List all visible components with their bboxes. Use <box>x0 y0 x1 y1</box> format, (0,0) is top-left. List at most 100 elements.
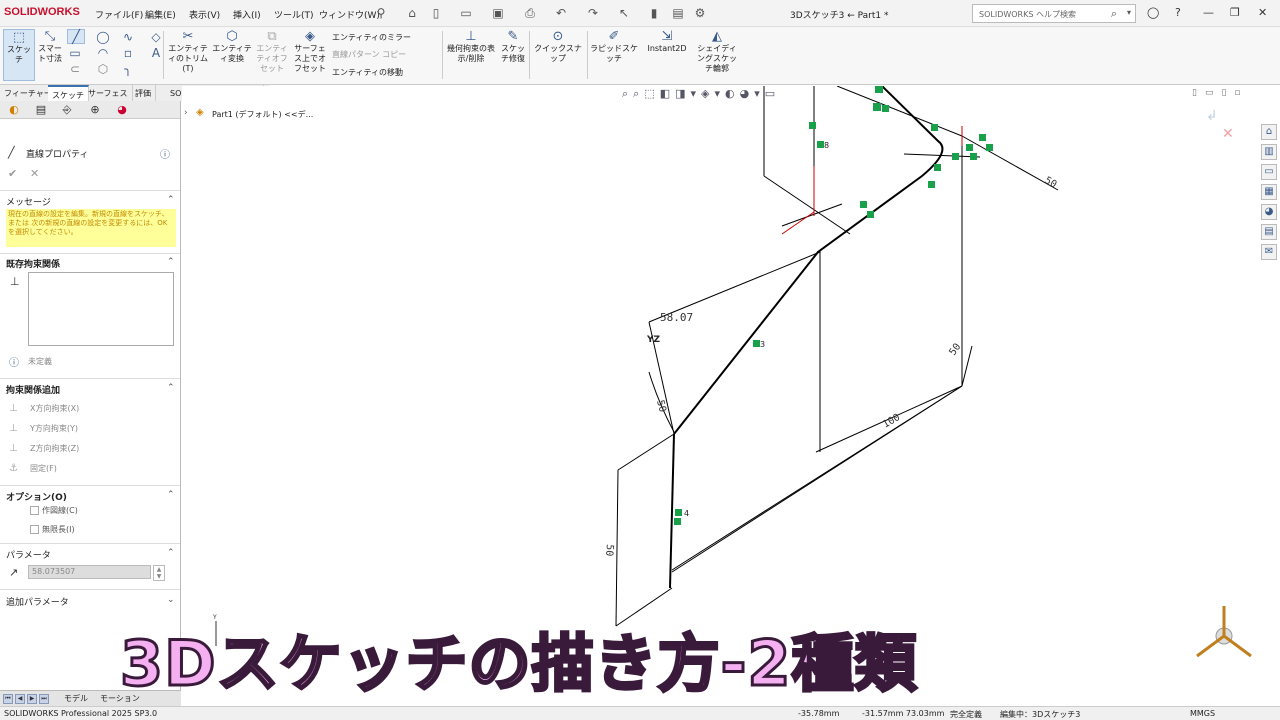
dimension-text[interactable]: 50 <box>654 399 668 413</box>
surface-offset-button[interactable]: ◈ サーフェス上でオフセット <box>293 29 327 74</box>
tab-sketch[interactable]: スケッチ <box>48 85 89 101</box>
ok-checkmark-icon[interactable]: ✔ <box>8 167 17 180</box>
shaded-sketch-button[interactable]: ◭ シェイディングスケッチ輪郭 <box>694 29 740 74</box>
home-icon[interactable]: ⌂ <box>404 5 420 21</box>
message-header[interactable]: メッセージ <box>6 195 51 208</box>
menu-tools[interactable]: ツール(T) <box>274 8 314 21</box>
sketch-plane-icon[interactable]: ◇ <box>148 29 164 45</box>
sketch-line[interactable] <box>763 175 851 235</box>
dimension-text[interactable]: 50 <box>1043 175 1059 191</box>
spinner-icon[interactable]: ▲ ▼ <box>153 565 165 581</box>
user-icon[interactable]: ◯ <box>1147 6 1159 19</box>
existing-relations-header[interactable]: 既存拘束関係 <box>6 257 60 270</box>
tab-evaluate[interactable]: 評価 <box>131 85 156 101</box>
tab-surfaces[interactable]: サーフェス <box>84 85 133 101</box>
sketch-line[interactable] <box>615 469 619 627</box>
sketch-path[interactable] <box>673 86 944 435</box>
chevron-up-icon[interactable]: ⌃ <box>167 195 175 205</box>
mirror-entities-button[interactable]: エンティティのミラー <box>332 32 411 43</box>
help-icon[interactable]: ⓘ <box>160 146 170 161</box>
parameters-header[interactable]: パラメータ <box>6 548 51 561</box>
property-manager-icon[interactable]: ▤ <box>33 103 49 117</box>
sketch-line[interactable] <box>615 587 673 627</box>
z-relation-button[interactable]: ⊥ Z方向拘束(Z) <box>9 443 79 454</box>
chevron-up-icon[interactable]: ⌃ <box>167 548 175 558</box>
resources-icon[interactable]: ▥ <box>1261 144 1277 160</box>
display-relations-button[interactable]: ⊥ 幾何拘束の表示/削除 <box>446 29 496 64</box>
fix-relation-button[interactable]: ⚓ 固定(F) <box>9 463 57 474</box>
dimxpert-icon[interactable]: ⊕ <box>87 103 103 117</box>
circle-tool-icon[interactable]: ◯ <box>95 29 111 45</box>
sketch-button[interactable]: ⬚ スケッチ <box>3 29 35 81</box>
horizontal-relation-button[interactable]: ⊥ X方向拘束(X) <box>9 403 79 414</box>
close-icon[interactable]: ✕ <box>1258 6 1267 19</box>
select-icon[interactable]: ↖ <box>616 5 632 21</box>
appearances-icon[interactable]: ◕ <box>1261 204 1277 220</box>
view-triad[interactable] <box>1196 606 1252 658</box>
unit-system[interactable]: MMGS <box>1190 709 1215 718</box>
menu-file[interactable]: ファイル(F) <box>95 8 143 21</box>
sketch-line[interactable] <box>617 433 675 471</box>
menu-edit[interactable]: 編集(E) <box>145 8 176 21</box>
chevron-up-icon[interactable]: ⌃ <box>167 257 175 267</box>
line-tool-button[interactable]: ╱ <box>67 29 85 45</box>
pin-icon[interactable]: ⚲ <box>373 5 389 21</box>
smart-dimension-button[interactable]: ⤡ スマート寸法 <box>36 29 64 81</box>
search-icon[interactable]: ⌕ <box>1111 7 1117 21</box>
chevron-up-icon[interactable]: ⌃ <box>167 383 175 393</box>
sketch-svg[interactable]: 58.07 50 100 50 50 50 YZ 3 4 8 Y <box>182 86 1258 690</box>
save-icon[interactable]: ▣ <box>490 5 506 21</box>
menu-insert[interactable]: 挿入(I) <box>233 8 261 21</box>
fillet-tool-icon[interactable]: ╮ <box>120 61 136 77</box>
file-explorer-icon[interactable]: ▭ <box>1261 164 1277 180</box>
sketch-line[interactable] <box>671 385 963 571</box>
dimension-text[interactable]: 58.07 <box>660 311 693 324</box>
quick-snap-button[interactable]: ⊙ クイックスナップ <box>532 29 584 64</box>
vertical-relation-button[interactable]: ⊥ Y方向拘束(Y) <box>9 423 78 434</box>
menu-window[interactable]: ウィンドウ(W) <box>319 8 380 21</box>
configuration-manager-icon[interactable]: ⎆ <box>59 103 75 117</box>
move-entities-button[interactable]: エンティティの移動 <box>332 67 403 78</box>
polygon-tool-icon[interactable]: ⬡ <box>95 61 111 77</box>
point-tool-icon[interactable]: ▫ <box>120 45 136 61</box>
rectangle-tool-icon[interactable]: ▭ <box>67 45 83 61</box>
options-gear-icon[interactable]: ⚙ <box>692 5 708 21</box>
rapid-sketch-button[interactable]: ✐ ラピッドスケッチ <box>588 29 640 64</box>
chevron-down-icon[interactable]: ⌄ <box>167 595 175 605</box>
options-header[interactable]: オプション(O) <box>6 490 67 503</box>
print-icon[interactable]: ⎙ <box>522 5 538 21</box>
forum-icon[interactable]: ✉ <box>1261 244 1277 260</box>
sketch-line[interactable] <box>961 345 973 387</box>
view-palette-icon[interactable]: ▦ <box>1261 184 1277 200</box>
chevron-down-icon[interactable]: ▾ <box>1127 8 1131 17</box>
convert-entities-button[interactable]: ⬡ エンティティ変換 <box>212 29 252 64</box>
graphics-area[interactable]: › ◈ Part1 (デフォルト) <<デ... ⌕⌕⬚◧◨▾◈▾◐◕▾▭ ▯▭… <box>182 86 1258 690</box>
spline-tool-icon[interactable]: ∿ <box>120 29 136 45</box>
additional-parameters-header[interactable]: 追加パラメータ <box>6 595 69 608</box>
next-tab-arrow-icon[interactable]: ▶ <box>27 694 37 704</box>
dimension-text[interactable]: 50 <box>603 544 615 557</box>
infinite-length-checkbox[interactable] <box>30 525 39 534</box>
feature-manager-icon[interactable]: ◐ <box>6 103 22 117</box>
prev-tab-arrow-icon[interactable]: ◀ <box>15 694 25 704</box>
arc-tool-icon[interactable]: ◠ <box>95 45 111 61</box>
dimension-text[interactable]: 50 <box>947 342 963 358</box>
help-search-input[interactable]: SOLIDWORKS ヘルプ検索 ⌕ ▾ <box>972 4 1136 23</box>
home-icon[interactable]: ⌂ <box>1261 124 1277 140</box>
display-manager-icon[interactable]: ◕ <box>114 103 130 117</box>
add-relations-header[interactable]: 拘束関係追加 <box>6 383 60 396</box>
undo-icon[interactable]: ↶ <box>553 5 569 21</box>
open-file-icon[interactable]: ▭ <box>458 5 474 21</box>
sketch-line[interactable] <box>836 86 963 137</box>
last-tab-arrow-icon[interactable]: ⏭ <box>39 694 49 704</box>
linear-pattern-button[interactable]: 直線パターン コピー <box>332 49 406 60</box>
instant2d-button[interactable]: ⇲ Instant2D <box>643 29 691 54</box>
traffic-light-icon[interactable]: ▮ <box>646 5 662 21</box>
construction-checkbox[interactable] <box>30 506 39 515</box>
length-input[interactable]: 58.073507 <box>28 565 151 579</box>
custom-properties-icon[interactable]: ▤ <box>1261 224 1277 240</box>
slot-tool-icon[interactable]: ⊂ <box>67 61 83 77</box>
menu-view[interactable]: 表示(V) <box>189 8 220 21</box>
trim-entities-button[interactable]: ✂ エンティティのトリム(T) <box>166 29 210 74</box>
new-file-icon[interactable]: ▯ <box>428 5 444 21</box>
